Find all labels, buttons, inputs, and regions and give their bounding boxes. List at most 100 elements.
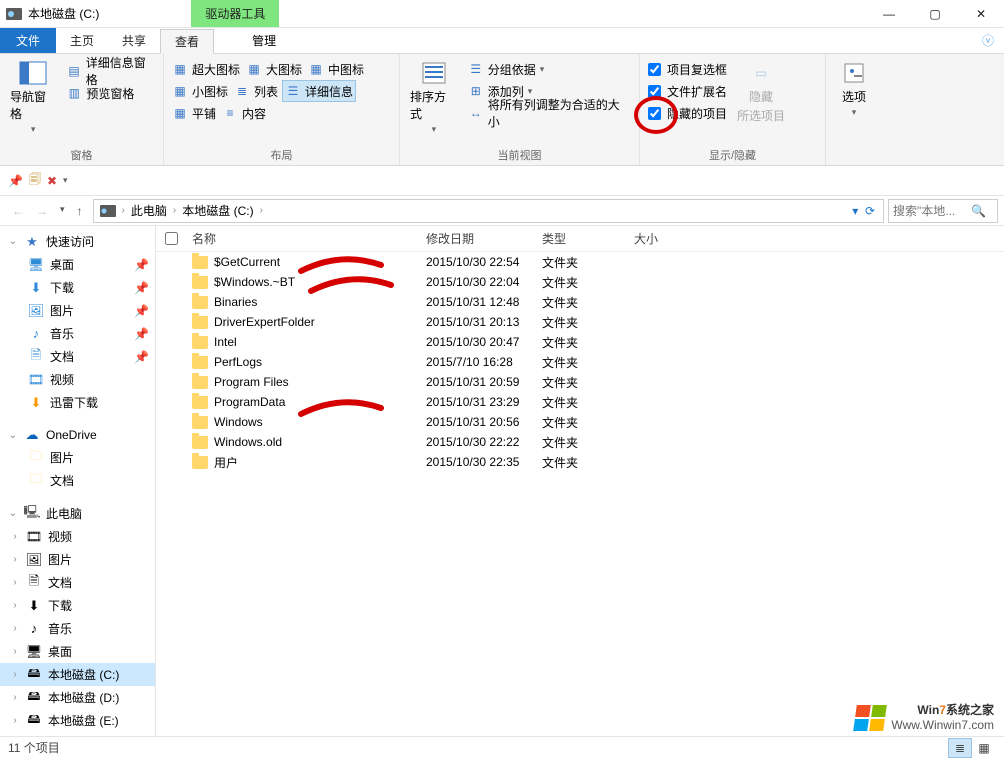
view-medium-icons[interactable]: ▦中图标: [306, 58, 366, 80]
table-row[interactable]: Binaries2015/10/31 12:48文件夹: [156, 292, 1004, 312]
table-row[interactable]: 用户2015/10/30 22:35文件夹: [156, 452, 1004, 472]
nav-drive-f[interactable]: ›🖴本地磁盘 (F:): [0, 732, 155, 736]
nav-drive-d[interactable]: ›🖴本地磁盘 (D:): [0, 686, 155, 709]
nav-drive-e[interactable]: ›🖴本地磁盘 (E:): [0, 709, 155, 732]
nav-xunlei[interactable]: ⬇迅雷下载: [0, 391, 155, 414]
nav-pc-music[interactable]: ›♪音乐: [0, 617, 155, 640]
table-row[interactable]: PerfLogs2015/7/10 16:28文件夹: [156, 352, 1004, 372]
table-row[interactable]: Intel2015/10/30 20:47文件夹: [156, 332, 1004, 352]
nav-forward-button[interactable]: →: [36, 204, 48, 218]
ribbon-group-layout: 布局: [170, 145, 393, 163]
qat-delete-button[interactable]: ✖: [47, 174, 57, 188]
close-button[interactable]: ✕: [958, 0, 1004, 28]
tab-share[interactable]: 共享: [108, 28, 160, 53]
autosize-columns-button[interactable]: ↔将所有列调整为合适的大小: [466, 102, 633, 124]
table-row[interactable]: Windows2015/10/31 20:56文件夹: [156, 412, 1004, 432]
nav-pc-documents[interactable]: ›🗎文档: [0, 571, 155, 594]
table-row[interactable]: ProgramData2015/10/31 23:29文件夹: [156, 392, 1004, 412]
chevron-right-icon[interactable]: ›: [173, 205, 176, 216]
file-type: 文件夹: [536, 414, 628, 431]
file-extensions-toggle[interactable]: 文件扩展名: [646, 80, 729, 102]
nav-od-pictures[interactable]: 🗀图片: [0, 446, 155, 469]
table-row[interactable]: $GetCurrent2015/10/30 22:54文件夹: [156, 252, 1004, 272]
file-type: 文件夹: [536, 274, 628, 291]
chevron-right-icon[interactable]: ›: [260, 205, 263, 216]
nav-pc-pictures[interactable]: ›🖼图片: [0, 548, 155, 571]
details-pane-button[interactable]: ▤ 详细信息窗格: [64, 60, 157, 82]
nav-this-pc[interactable]: ⌄🖳此电脑: [0, 502, 155, 525]
nav-quick-access[interactable]: ⌄★快速访问: [0, 230, 155, 253]
preview-pane-button[interactable]: ▥ 预览窗格: [64, 82, 157, 104]
sort-by-button[interactable]: 排序方式 ▾: [406, 58, 462, 137]
navigation-tree[interactable]: ⌄★快速访问 🖥桌面📌 ⬇下载📌 🖼图片📌 ♪音乐📌 🗎文档📌 🎞视频 ⬇迅雷下…: [0, 226, 156, 736]
table-row[interactable]: Program Files2015/10/31 20:59文件夹: [156, 372, 1004, 392]
pin-quick-access-button[interactable]: 📌: [8, 174, 23, 188]
nav-desktop[interactable]: 🖥桌面📌: [0, 253, 155, 276]
view-tiles[interactable]: ▦平铺: [170, 102, 218, 124]
folder-icon: [192, 256, 208, 269]
tab-manage[interactable]: 管理: [234, 28, 294, 53]
column-header-modified[interactable]: 修改日期: [420, 230, 536, 247]
preview-pane-icon: ▥: [66, 85, 82, 101]
view-mode-thumbnails-button[interactable]: ▦: [972, 738, 996, 758]
nav-onedrive[interactable]: ⌄☁OneDrive: [0, 424, 155, 446]
search-input[interactable]: [893, 204, 967, 218]
picture-icon: 🖼: [26, 552, 42, 568]
breadcrumb[interactable]: › 此电脑 › 本地磁盘 (C:) › ▾ ⟳: [93, 199, 884, 223]
options-button[interactable]: 选项 ▾: [836, 58, 872, 120]
column-header-size[interactable]: 大小: [628, 230, 718, 247]
crumb-drive-c[interactable]: 本地磁盘 (C:): [180, 202, 255, 219]
nav-downloads[interactable]: ⬇下载📌: [0, 276, 155, 299]
nav-pictures[interactable]: 🖼图片📌: [0, 299, 155, 322]
search-icon[interactable]: 🔍: [971, 204, 986, 218]
minimize-button[interactable]: —: [866, 0, 912, 28]
view-small-icons[interactable]: ▦小图标: [170, 80, 230, 102]
maximize-button[interactable]: ▢: [912, 0, 958, 28]
chevron-right-icon[interactable]: ›: [122, 205, 125, 216]
column-header-type[interactable]: 类型: [536, 230, 628, 247]
qat-more-button[interactable]: ▾: [63, 175, 68, 186]
nav-videos[interactable]: 🎞视频: [0, 368, 155, 391]
grid-icon: ▦: [308, 61, 324, 77]
item-checkboxes-toggle[interactable]: 项目复选框: [646, 58, 729, 80]
drive-icon: 🖴: [26, 667, 42, 683]
nav-pc-desktop[interactable]: ›🖥桌面: [0, 640, 155, 663]
view-list[interactable]: ≣列表: [232, 80, 280, 102]
view-extra-large-icons[interactable]: ▦超大图标: [170, 58, 242, 80]
view-large-icons[interactable]: ▦大图标: [244, 58, 304, 80]
table-row[interactable]: DriverExpertFolder2015/10/31 20:13文件夹: [156, 312, 1004, 332]
view-mode-details-button[interactable]: ≣: [948, 738, 972, 758]
tab-view[interactable]: 查看: [160, 29, 214, 54]
nav-pc-videos[interactable]: ›🎞视频: [0, 525, 155, 548]
collapse-ribbon-button[interactable]: ⓥ: [972, 28, 1004, 53]
window-title: 本地磁盘 (C:): [28, 5, 99, 22]
context-tab-drive-tools[interactable]: 驱动器工具: [191, 0, 279, 27]
tab-file[interactable]: 文件: [0, 28, 56, 53]
hide-selected-button[interactable]: ▭ 隐藏 所选项目: [733, 58, 789, 126]
nav-music[interactable]: ♪音乐📌: [0, 322, 155, 345]
hidden-items-toggle[interactable]: 隐藏的项目: [646, 102, 729, 124]
refresh-button[interactable]: ▾ ⟳: [852, 204, 875, 218]
view-content[interactable]: ≡内容: [220, 102, 268, 124]
nav-pc-downloads[interactable]: ›⬇下载: [0, 594, 155, 617]
navigation-pane-button[interactable]: 导航窗格 ▾: [6, 58, 60, 137]
nav-od-documents[interactable]: 🗀文档: [0, 469, 155, 492]
table-row[interactable]: $Windows.~BT2015/10/30 22:04文件夹: [156, 272, 1004, 292]
tab-home[interactable]: 主页: [56, 28, 108, 53]
table-row[interactable]: Windows.old2015/10/30 22:22文件夹: [156, 432, 1004, 452]
crumb-this-pc[interactable]: 此电脑: [129, 202, 169, 219]
nav-recent-button[interactable]: ▾: [60, 204, 65, 218]
options-icon: [840, 60, 868, 86]
column-header-name[interactable]: 名称: [186, 230, 420, 247]
view-details[interactable]: ☰详细信息: [282, 80, 356, 102]
file-list[interactable]: 名称 修改日期 类型 大小 $GetCurrent2015/10/30 22:5…: [156, 226, 1004, 736]
file-name: DriverExpertFolder: [214, 315, 315, 329]
nav-up-button[interactable]: ↑: [77, 204, 83, 218]
nav-drive-c[interactable]: ›🖴本地磁盘 (C:): [0, 663, 155, 686]
group-by-button[interactable]: ☰分组依据 ▾: [466, 58, 633, 80]
nav-documents[interactable]: 🗎文档📌: [0, 345, 155, 368]
nav-back-button[interactable]: ←: [12, 204, 24, 218]
file-date: 2015/7/10 16:28: [420, 355, 536, 369]
qat-copy-button[interactable]: 🗐: [29, 170, 41, 191]
select-all-checkbox[interactable]: [165, 232, 178, 245]
